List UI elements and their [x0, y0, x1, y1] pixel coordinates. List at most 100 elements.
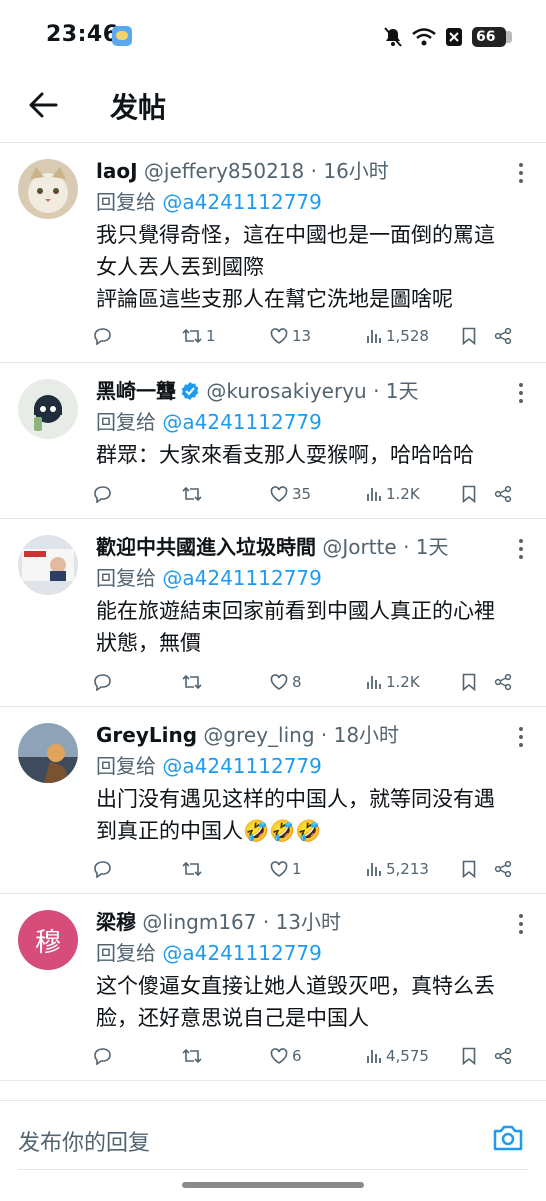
- views-icon: [367, 1050, 381, 1063]
- views-button[interactable]: 1,528: [366, 327, 462, 345]
- avatar-letter: 穆: [34, 927, 61, 958]
- author-name[interactable]: 梁穆: [96, 910, 136, 934]
- like-button[interactable]: 1: [270, 860, 366, 878]
- author-name[interactable]: 歡迎中共國進入垃圾時間: [96, 535, 316, 559]
- verified-icon: [180, 378, 200, 400]
- action-bar: 35 1.2K: [94, 485, 530, 503]
- author-handle[interactable]: @lingm167: [142, 910, 256, 934]
- mute-bell-icon: [384, 27, 402, 47]
- views-button[interactable]: 1.2K: [366, 485, 462, 503]
- like-count: 13: [292, 327, 312, 345]
- divider: [18, 1169, 528, 1170]
- post-time: · 18小时: [320, 723, 400, 747]
- reply-to-line: 回复给 @a4241112779: [96, 563, 526, 593]
- retweet-icon: [182, 861, 202, 877]
- reply-to-line: 回复给 @a4241112779: [96, 407, 526, 437]
- author-handle[interactable]: @kurosakiyeryu: [206, 379, 366, 403]
- retweet-count: 1: [206, 327, 216, 345]
- reply-button[interactable]: [94, 673, 182, 691]
- reply-item[interactable]: 穆 梁穆 @lingm167 · 13小时 回复给 @a4241112779 这…: [0, 894, 546, 1081]
- reply-button[interactable]: [94, 1047, 182, 1065]
- retweet-button[interactable]: [182, 485, 270, 503]
- post-time: · 1天: [373, 379, 419, 403]
- share-button[interactable]: [494, 485, 518, 503]
- avatar[interactable]: [18, 535, 78, 595]
- reply-item[interactable]: 歡迎中共國進入垃圾時間 @Jortte · 1天 回复给 @a424111277…: [0, 519, 546, 707]
- reply-button[interactable]: [94, 860, 182, 878]
- battery-icon: 66: [472, 27, 512, 47]
- reply-item[interactable]: laoJ @jeffery850218 · 16小时 回复给 @a4241112…: [0, 143, 546, 363]
- like-count: 8: [292, 673, 302, 691]
- status-time: 23:46: [46, 22, 119, 47]
- reply-prefix: 回复给: [96, 754, 156, 778]
- bookmark-button[interactable]: [462, 1047, 494, 1065]
- share-button[interactable]: [494, 327, 518, 345]
- author-handle[interactable]: @jeffery850218: [144, 159, 304, 183]
- x-app-icon: [446, 28, 462, 46]
- text-line: 能在旅遊結束回家前看到中國人真正的心裡: [96, 599, 495, 623]
- views-icon: [367, 488, 381, 501]
- reply-button[interactable]: [94, 327, 182, 345]
- retweet-icon: [182, 1048, 202, 1064]
- retweet-button[interactable]: [182, 860, 270, 878]
- avatar[interactable]: 穆: [18, 910, 78, 970]
- camera-icon[interactable]: [492, 1123, 524, 1153]
- action-bar: 1 13 1,528: [94, 327, 530, 345]
- author-name[interactable]: laoJ: [96, 159, 138, 183]
- like-button[interactable]: 13: [270, 327, 366, 345]
- text-line: 这个傻逼女直接让她人道毁灭吧，真特么丢: [96, 974, 495, 998]
- like-button[interactable]: 8: [270, 673, 366, 691]
- bookmark-icon: [462, 860, 476, 878]
- reply-to-link[interactable]: @a4241112779: [162, 566, 322, 590]
- views-count: 1,528: [386, 327, 429, 345]
- action-bar: 1 5,213: [94, 860, 530, 878]
- views-button[interactable]: 4,575: [366, 1047, 462, 1065]
- bookmark-button[interactable]: [462, 860, 494, 878]
- reply-item[interactable]: 黑崎一聾 @kurosakiyeryu · 1天 回复给 @a424111277…: [0, 363, 546, 519]
- text-line: 出门没有遇见这样的中国人，就等同没有遇: [96, 787, 495, 811]
- like-count: 1: [292, 860, 302, 878]
- avatar[interactable]: [18, 723, 78, 783]
- back-arrow-icon[interactable]: [26, 88, 60, 122]
- reply-icon: [94, 861, 111, 878]
- weather-icon: [112, 26, 132, 46]
- retweet-button[interactable]: 1: [182, 327, 270, 345]
- share-button[interactable]: [494, 673, 518, 691]
- reply-to-link[interactable]: @a4241112779: [162, 410, 322, 434]
- author-name[interactable]: 黑崎一聾: [96, 379, 176, 403]
- text-line: 脸，还好意思说自己是中国人: [96, 1006, 369, 1030]
- share-button[interactable]: [494, 1047, 518, 1065]
- reply-to-link[interactable]: @a4241112779: [162, 190, 322, 214]
- avatar[interactable]: [18, 379, 78, 439]
- views-count: 1.2K: [386, 673, 420, 691]
- share-button[interactable]: [494, 860, 518, 878]
- reply-to-link[interactable]: @a4241112779: [162, 941, 322, 965]
- like-button[interactable]: 35: [270, 485, 366, 503]
- gesture-bar[interactable]: [182, 1182, 364, 1188]
- top-bar: 发帖: [0, 72, 546, 143]
- text-line: 到真正的中国人🤣🤣🤣: [96, 819, 322, 843]
- author-handle[interactable]: @grey_ling: [203, 723, 314, 747]
- bookmark-button[interactable]: [462, 673, 494, 691]
- reply-prefix: 回复给: [96, 941, 156, 965]
- action-bar: 6 4,575: [94, 1047, 530, 1065]
- bookmark-button[interactable]: [462, 327, 494, 345]
- reply-icon: [94, 328, 111, 345]
- text-line: 女人丟人丟到國際: [96, 255, 264, 279]
- views-count: 4,575: [386, 1047, 429, 1065]
- author-handle[interactable]: @Jortte: [322, 535, 396, 559]
- reply-to-link[interactable]: @a4241112779: [162, 754, 322, 778]
- post-time: · 13小时: [262, 910, 342, 934]
- retweet-button[interactable]: [182, 1047, 270, 1065]
- author-name[interactable]: GreyLing: [96, 723, 197, 747]
- retweet-button[interactable]: [182, 673, 270, 691]
- reply-item[interactable]: GreyLing @grey_ling · 18小时 回复给 @a4241112…: [0, 707, 546, 894]
- reply-button[interactable]: [94, 485, 182, 503]
- like-button[interactable]: 6: [270, 1047, 366, 1065]
- avatar[interactable]: [18, 159, 78, 219]
- bookmark-button[interactable]: [462, 485, 494, 503]
- reply-input[interactable]: 发布你的回复: [18, 1125, 150, 1157]
- bookmark-icon: [462, 1047, 476, 1065]
- views-button[interactable]: 1.2K: [366, 673, 462, 691]
- views-button[interactable]: 5,213: [366, 860, 462, 878]
